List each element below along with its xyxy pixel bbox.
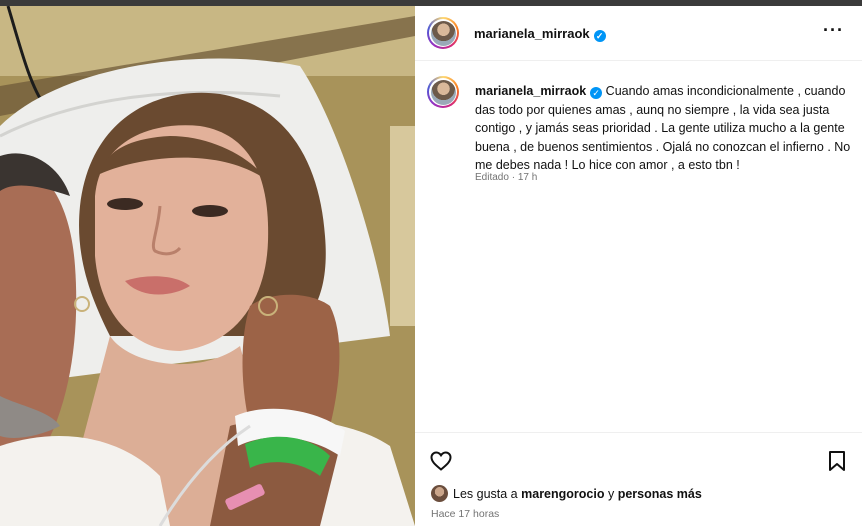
verified-badge-icon: ✓	[593, 30, 606, 42]
post-side-panel: marianela_mirraok ✓ ··· marianela_mirraok…	[415, 6, 862, 526]
post-actions: Les gusta a marengorocio y personas más …	[415, 432, 862, 527]
edited-separator: ·	[511, 172, 516, 183]
caption-text: marianela_mirraok ✓ Cuando amas incondici…	[475, 82, 853, 175]
post-timestamp: Hace 17 horas	[431, 508, 500, 520]
edited-text: Editado	[475, 172, 509, 183]
post-photo-illustration	[0, 6, 415, 526]
liker-avatar	[431, 485, 448, 502]
bookmark-icon[interactable]	[826, 449, 848, 478]
edited-label: Editado · 17 h	[475, 172, 537, 183]
post-photo[interactable]	[0, 6, 415, 526]
likes-summary[interactable]: Les gusta a marengorocio y personas más	[431, 485, 702, 502]
likes-others[interactable]: personas más	[618, 487, 702, 501]
likes-prefix: Les gusta a	[453, 486, 518, 501]
post-header: marianela_mirraok ✓ ···	[415, 6, 862, 61]
profile-avatar[interactable]	[427, 17, 459, 49]
header-username[interactable]: marianela_mirraok ✓	[474, 26, 606, 42]
likes-user[interactable]: marengorocio	[521, 487, 604, 501]
likes-joiner: y	[607, 486, 615, 501]
header-username-text[interactable]: marianela_mirraok	[474, 26, 590, 41]
verified-badge-icon: ✓	[590, 87, 603, 99]
caption-avatar[interactable]	[427, 76, 459, 108]
edited-time: 17 h	[517, 172, 538, 183]
heart-icon[interactable]	[429, 449, 453, 478]
more-options-icon[interactable]: ···	[823, 20, 844, 41]
caption-username[interactable]: marianela_mirraok	[475, 84, 586, 98]
